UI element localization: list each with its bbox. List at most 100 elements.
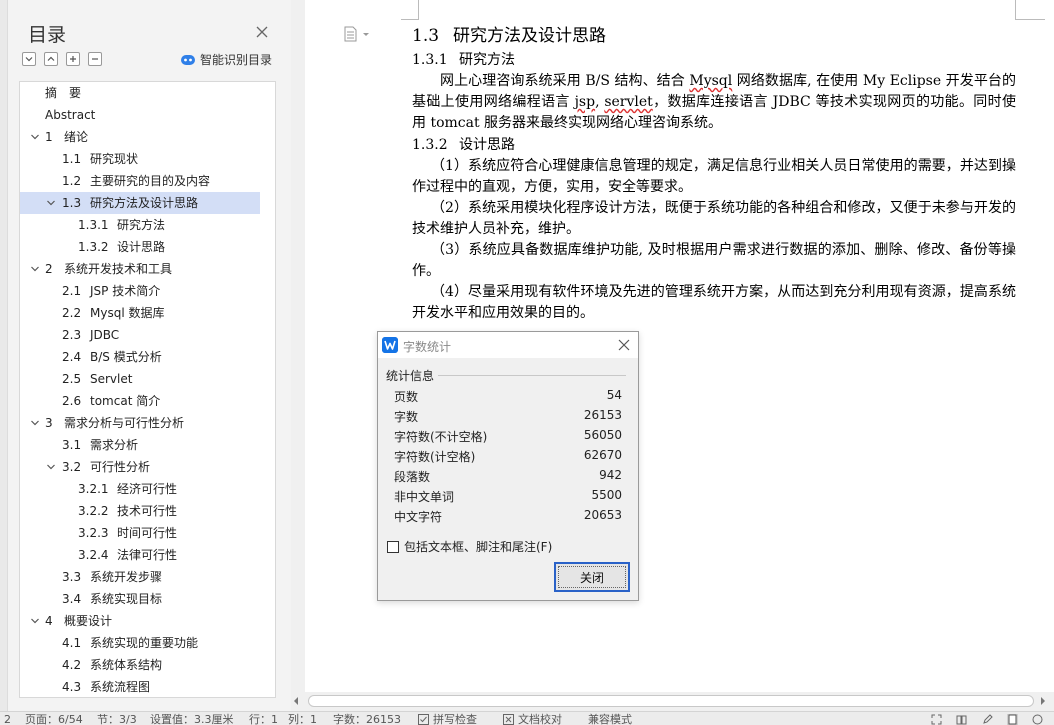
stat-row: 字数 26153 (394, 406, 622, 426)
scroll-thumb[interactable] (308, 695, 1034, 707)
toc-item-number: 1.3.2 (78, 240, 109, 254)
dialog-titlebar[interactable]: 字数统计 (378, 332, 638, 358)
chevron-down-icon[interactable] (30, 418, 40, 428)
toc-item[interactable]: 4.3 系统流程图 (20, 676, 260, 697)
stat-label: 字符数(计空格) (394, 450, 476, 464)
robot-icon (181, 54, 195, 65)
toc-item[interactable]: 4.1 系统实现的重要功能 (20, 632, 260, 654)
horizontal-scrollbar[interactable] (291, 692, 1054, 711)
status-proofread[interactable]: 文档校对 (518, 713, 562, 725)
toc-item-label: 设计思路 (117, 240, 166, 254)
toc-item[interactable]: 2.3 JDBC (20, 324, 260, 346)
chevron-down-icon[interactable] (30, 616, 40, 626)
smart-toc-label: 智能识别目录 (200, 53, 273, 67)
close-icon[interactable] (617, 338, 631, 352)
toc-item-number: 4.1 (62, 636, 82, 650)
toc-item[interactable]: 3.2.3 时间可行性 (20, 522, 260, 544)
remove-icon[interactable] (88, 52, 102, 66)
toc-item[interactable]: 1.3.2 设计思路 (20, 236, 260, 258)
toc-item[interactable]: 3.1 需求分析 (20, 434, 260, 456)
toc-item[interactable]: 2.2 Mysql 数据库 (20, 302, 260, 324)
toc-item-label: 系统实现的重要功能 (90, 636, 199, 650)
toc-item-label: 法律可行性 (117, 548, 178, 562)
toc-item-label: 研究现状 (90, 152, 139, 166)
toc-item[interactable]: 2.5 Servlet (20, 368, 260, 390)
pen-icon[interactable] (982, 714, 993, 725)
toc-item[interactable]: 2.4 B/S 模式分析 (20, 346, 260, 368)
toc-item[interactable]: 3.2 可行性分析 (20, 456, 260, 478)
toc-item[interactable]: 2.1 JSP 技术简介 (20, 280, 260, 302)
toc-item[interactable]: 3.2.1 经济可行性 (20, 478, 260, 500)
toc-item-label: JSP 技术简介 (90, 284, 161, 298)
toc-item[interactable]: 1 绪论 (20, 126, 260, 148)
toc-item[interactable]: 4 概要设计 (20, 610, 260, 632)
status-col: 列：1 (288, 713, 317, 725)
toc-item-label: 系统体系结构 (90, 658, 163, 672)
chevron-down-icon[interactable] (46, 198, 56, 208)
add-icon[interactable] (66, 52, 80, 66)
toc-item-number: 3.2.2 (78, 504, 109, 518)
heading-1-3-1: 1.3.1 研究方法 (412, 52, 515, 68)
toc-item[interactable]: 2.6 tomcat 简介 (20, 390, 260, 412)
status-page[interactable]: 页面：6/54 (25, 713, 83, 725)
toc-item[interactable]: 摘 要 (20, 82, 260, 104)
book-view-icon[interactable] (956, 714, 967, 725)
page-view-icon[interactable] (1007, 714, 1018, 725)
fullscreen-icon[interactable] (931, 714, 942, 725)
paragraph-layout-icon[interactable] (344, 26, 370, 42)
toc-item[interactable]: 4.2 系统体系结构 (20, 654, 260, 676)
stat-row: 中文字符 20653 (394, 506, 622, 526)
close-icon[interactable] (254, 24, 270, 40)
chevron-down-icon[interactable] (46, 462, 56, 472)
toc-item[interactable]: 3.2.4 法律可行性 (20, 544, 260, 566)
stat-value: 20653 (583, 508, 622, 522)
stat-label: 非中文单词 (394, 490, 455, 504)
expand-up-icon[interactable] (44, 52, 58, 66)
toc-item[interactable]: 3.3 系统开发步骤 (20, 566, 260, 588)
toc-item[interactable]: 1.2 主要研究的目的及内容 (20, 170, 260, 192)
status-setting[interactable]: 设置值：3.3厘米 (150, 713, 234, 725)
heading-1-3: 1.3 研究方法及设计思路 (412, 26, 606, 46)
stat-row: 页数 54 (394, 386, 622, 406)
dialog-title: 字数统计 (403, 340, 452, 354)
page-margin-mark (401, 0, 419, 20)
toc-item[interactable]: 2 系统开发技术和工具 (20, 258, 260, 280)
toc-item-label: 系统开发技术和工具 (64, 262, 173, 276)
spelling-mark: jsp (574, 94, 596, 110)
page-margin-mark (1015, 0, 1045, 20)
status-spell-check[interactable]: 拼写检查 (433, 713, 477, 725)
toc-item[interactable]: 1.3.1 研究方法 (20, 214, 260, 236)
word-count-dialog: 字数统计 统计信息 页数 54 字数 26153 字符数(不计空格) 56050 字符数(计… (377, 331, 639, 601)
chevron-down-icon[interactable] (30, 264, 40, 274)
scroll-right-icon[interactable] (1039, 697, 1047, 705)
smart-toc-button[interactable]: 智能识别目录 (180, 51, 272, 68)
web-view-icon[interactable] (1032, 714, 1043, 725)
toc-item-number: 3.1 (62, 438, 82, 452)
toc-item[interactable]: 3.4 系统实现目标 (20, 588, 260, 610)
toc-item[interactable]: 1.3 研究方法及设计思路 (20, 192, 260, 214)
stat-row: 段落数 942 (394, 466, 622, 486)
toc-item[interactable]: Abstract (20, 104, 260, 126)
toc-item-number: 2.6 (62, 394, 82, 408)
toc-item-label: tomcat 简介 (90, 394, 161, 408)
chevron-down-icon[interactable] (30, 132, 40, 142)
status-section: 节：3/3 (97, 713, 137, 725)
status-row: 行：1 (249, 713, 278, 725)
collapse-all-icon[interactable] (22, 52, 36, 66)
status-word-count[interactable]: 字数：26153 (333, 713, 401, 725)
toc-item-number: 1.2 (62, 174, 82, 188)
toc-item[interactable]: 3 需求分析与可行性分析 (20, 412, 260, 434)
toc-item-number: 2.1 (62, 284, 82, 298)
divider (438, 375, 626, 376)
toc-item-label: 可行性分析 (90, 460, 151, 474)
close-button[interactable]: 关闭 (554, 562, 630, 592)
stat-label: 页数 (394, 390, 419, 404)
toc-item-number: 1.1 (62, 152, 82, 166)
include-textbox-checkbox[interactable]: 包括文本框、脚注和尾注(F) (387, 538, 552, 555)
scroll-left-icon[interactable] (292, 697, 300, 705)
toc-item-label: Mysql 数据库 (90, 306, 165, 320)
stat-value: 62670 (583, 448, 622, 462)
checkbox[interactable] (387, 540, 399, 553)
toc-item[interactable]: 1.1 研究现状 (20, 148, 260, 170)
toc-item[interactable]: 3.2.2 技术可行性 (20, 500, 260, 522)
